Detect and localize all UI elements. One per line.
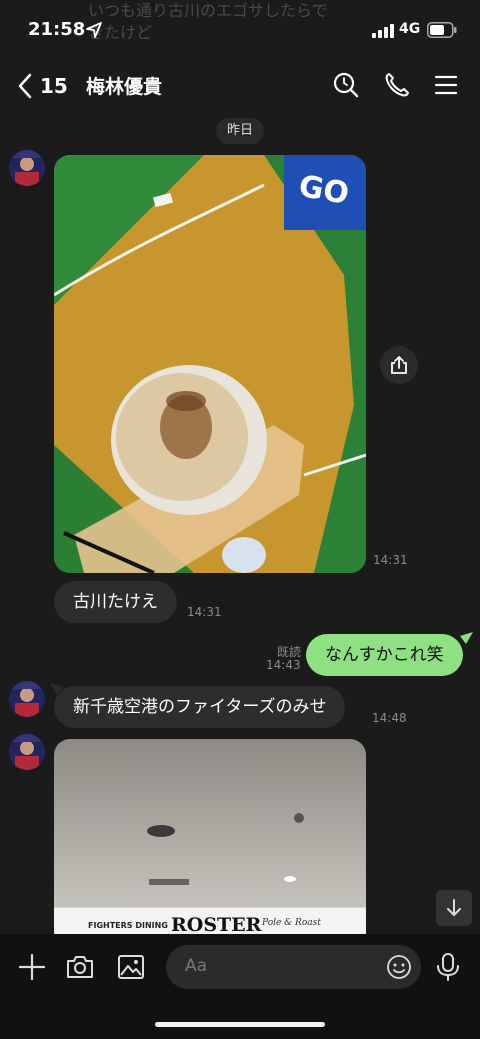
mic-icon[interactable] bbox=[432, 951, 464, 983]
message-input[interactable]: Aa bbox=[166, 945, 421, 989]
share-button[interactable] bbox=[380, 346, 418, 384]
message-time: 14:48 bbox=[372, 711, 407, 725]
message-composer: Aa bbox=[0, 934, 480, 1039]
notification-preview: いつも通り古川のエゴサしたらで きたけど bbox=[88, 0, 328, 44]
plus-icon[interactable] bbox=[16, 951, 48, 983]
menu-icon[interactable] bbox=[431, 70, 461, 100]
avatar-image bbox=[9, 681, 45, 717]
notification-preview-line1: いつも通り古川のエゴサしたらで bbox=[88, 1, 328, 20]
avatar-image bbox=[9, 150, 45, 186]
image-message-restaurant[interactable]: FIGHTERS DINING ROSTER Pole & Roast bbox=[54, 739, 366, 934]
sign-sub: Pole & Roast bbox=[261, 918, 321, 928]
date-separator: 昨日 bbox=[216, 118, 264, 144]
message-bubble-incoming[interactable]: 古川たけえ bbox=[54, 581, 177, 623]
restaurant-photo: FIGHTERS DINING ROSTER Pole & Roast bbox=[54, 739, 366, 934]
home-indicator bbox=[155, 1022, 325, 1027]
camera-icon[interactable] bbox=[64, 951, 96, 983]
sign-text: FIGHTERS DINING bbox=[88, 921, 168, 930]
chat-title: 梅林優貴 bbox=[86, 76, 163, 98]
back-button[interactable]: 15 bbox=[16, 70, 68, 102]
message-time: 14:31 bbox=[187, 605, 222, 619]
phone-icon[interactable] bbox=[382, 70, 412, 100]
sign-logo: ROSTER bbox=[171, 914, 262, 934]
image-message-latte[interactable]: GO bbox=[54, 155, 366, 573]
message-time: 14:31 bbox=[373, 553, 408, 567]
avatar[interactable] bbox=[9, 734, 45, 770]
avatar[interactable] bbox=[9, 681, 45, 717]
battery-icon bbox=[427, 22, 457, 38]
share-icon bbox=[391, 356, 407, 374]
back-icon bbox=[18, 73, 32, 99]
location-arrow-icon bbox=[86, 22, 102, 38]
message-bubble-outgoing[interactable]: なんすかこれ笑 bbox=[306, 634, 463, 676]
chat-header: 15 梅林優貴 bbox=[0, 60, 480, 112]
bubble-tail bbox=[460, 632, 473, 644]
signal-icon bbox=[372, 24, 394, 38]
search-icon[interactable] bbox=[331, 70, 361, 100]
scroll-down-icon bbox=[447, 899, 461, 916]
emoji-icon[interactable] bbox=[386, 954, 412, 980]
status-time: 21:58 bbox=[28, 19, 86, 40]
image-icon[interactable] bbox=[115, 951, 147, 983]
status-bar: いつも通り古川のエゴサしたらで きたけど 21:58 4G bbox=[0, 0, 480, 60]
message-time: 14:43 bbox=[266, 658, 301, 672]
notification-preview-line2: きたけど bbox=[88, 23, 153, 42]
message-bubble-incoming[interactable]: 新千歳空港のファイターズのみせ bbox=[54, 686, 346, 728]
avatar-image bbox=[9, 734, 45, 770]
latte-photo: GO bbox=[54, 155, 366, 573]
network-type: 4G bbox=[399, 21, 421, 37]
scroll-to-bottom-button[interactable] bbox=[436, 890, 472, 926]
message-input-placeholder: Aa bbox=[185, 956, 208, 976]
unread-count: 15 bbox=[40, 74, 68, 98]
avatar[interactable] bbox=[9, 150, 45, 186]
